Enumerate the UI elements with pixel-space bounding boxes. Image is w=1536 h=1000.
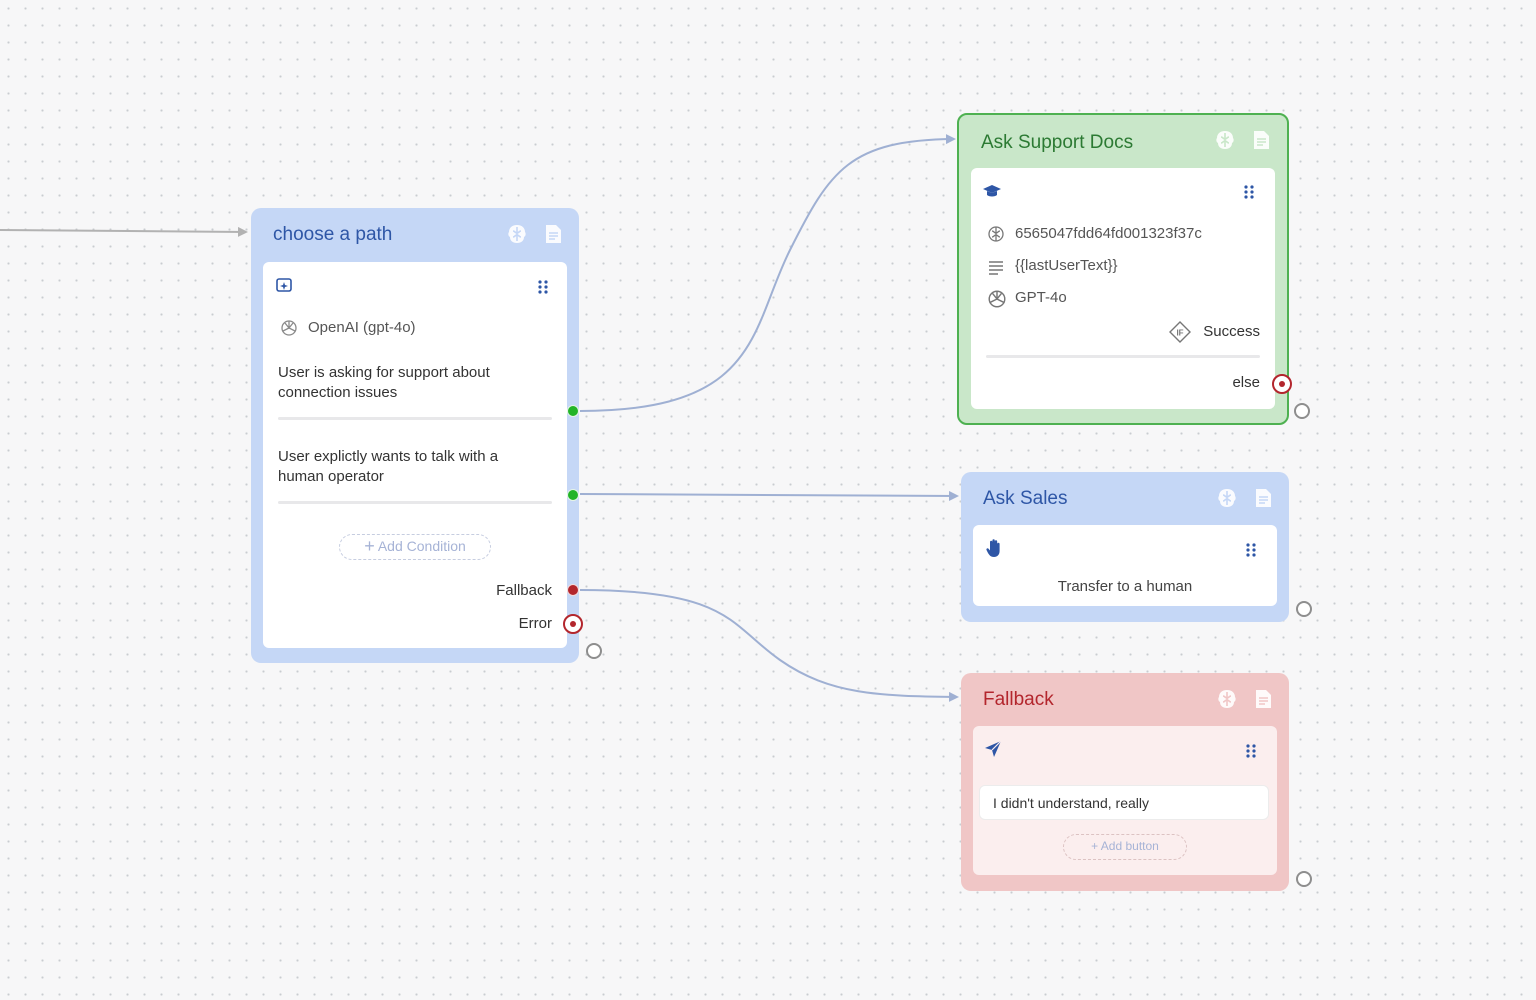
divider (278, 417, 552, 420)
send-icon (984, 740, 1002, 758)
ai-sparkle-icon (275, 277, 293, 295)
edge-support[interactable] (579, 134, 956, 412)
openai-icon (280, 319, 298, 337)
fallback-output-handle[interactable] (1296, 871, 1312, 887)
notes-icon[interactable] (1251, 486, 1275, 510)
node-title: Fallback (983, 689, 1054, 710)
support-output-handle[interactable] (1294, 403, 1310, 419)
edges-layer (0, 134, 959, 702)
add-button-label: + Add button (1091, 839, 1159, 853)
fallback-label: Fallback (496, 582, 552, 599)
success-label: Success (1203, 323, 1260, 340)
plus-icon: + (364, 536, 375, 556)
drag-handle-icon[interactable] (1245, 542, 1257, 558)
knowledge-base-id: 6565047fdd64fd001323f37c (1015, 225, 1202, 242)
error-label: Error (518, 615, 552, 632)
ask-sales-node[interactable]: Ask Sales Transfer to a human (961, 472, 1289, 622)
node-title: Ask Sales (983, 488, 1068, 509)
divider (278, 501, 552, 504)
edge-incoming[interactable] (0, 226, 248, 237)
divider (986, 355, 1260, 358)
notes-icon[interactable] (1249, 128, 1273, 152)
brain-icon[interactable] (1215, 486, 1239, 510)
svg-text:IF: IF (1176, 329, 1183, 338)
choose-path-output-handle[interactable] (586, 643, 602, 659)
brain-icon[interactable] (1215, 687, 1239, 711)
add-condition-button[interactable]: + Add Condition (339, 534, 491, 560)
brain-icon[interactable] (1213, 128, 1237, 152)
edge-fallback[interactable] (579, 589, 959, 702)
brain-icon[interactable] (505, 222, 529, 246)
else-label: else (1232, 374, 1260, 391)
fallback-card: I didn't understand, really + Add button (973, 726, 1277, 875)
action-text: Transfer to a human (1057, 578, 1193, 595)
node-title: Ask Support Docs (981, 132, 1134, 153)
notes-icon[interactable] (541, 222, 565, 246)
graduation-cap-icon (982, 182, 1001, 200)
node-title: choose a path (273, 224, 393, 245)
notes-icon[interactable] (1251, 687, 1275, 711)
edge-sales[interactable] (579, 490, 959, 501)
sales-output-handle[interactable] (1296, 601, 1312, 617)
drag-handle-icon[interactable] (1243, 184, 1255, 200)
choose-path-node[interactable]: choose a path OpenAI (gpt-4o) User is as… (251, 208, 583, 663)
ask-support-docs-node[interactable]: Ask Support Docs 6565047fdd64fd001323f37… (957, 113, 1292, 425)
openai-icon (987, 289, 1006, 308)
add-button[interactable]: + Add button (1063, 834, 1187, 860)
text-lines-icon (987, 258, 1005, 276)
support-card: 6565047fdd64fd001323f37c {{lastUserText}… (971, 168, 1275, 409)
error-handle[interactable] (563, 614, 583, 634)
condition-2-text[interactable]: User explictly wants to talk with a huma… (278, 447, 538, 487)
condition-2-handle[interactable] (567, 489, 579, 501)
condition-1-text[interactable]: User is asking for support about connect… (278, 363, 538, 403)
sales-card: Transfer to a human (973, 525, 1277, 606)
choose-path-card: OpenAI (gpt-4o) User is asking for suppo… (263, 262, 567, 648)
if-condition-icon: IF (1169, 321, 1191, 343)
query-text: {{lastUserText}} (1015, 257, 1118, 274)
fallback-node[interactable]: Fallback I didn't understand, really + A… (961, 673, 1289, 891)
message-bubble[interactable]: I didn't understand, really (979, 785, 1269, 820)
else-handle[interactable] (1272, 374, 1292, 394)
message-text: I didn't understand, really (993, 795, 1149, 811)
add-condition-label: Add Condition (377, 538, 466, 554)
model-label: OpenAI (gpt-4o) (308, 319, 416, 336)
fallback-handle[interactable] (567, 584, 579, 596)
hand-icon (984, 538, 1004, 558)
drag-handle-icon[interactable] (537, 279, 549, 295)
condition-1-handle[interactable] (567, 405, 579, 417)
drag-handle-icon[interactable] (1245, 743, 1257, 759)
knowledge-icon (987, 225, 1005, 243)
model-label: GPT-4o (1015, 289, 1067, 306)
